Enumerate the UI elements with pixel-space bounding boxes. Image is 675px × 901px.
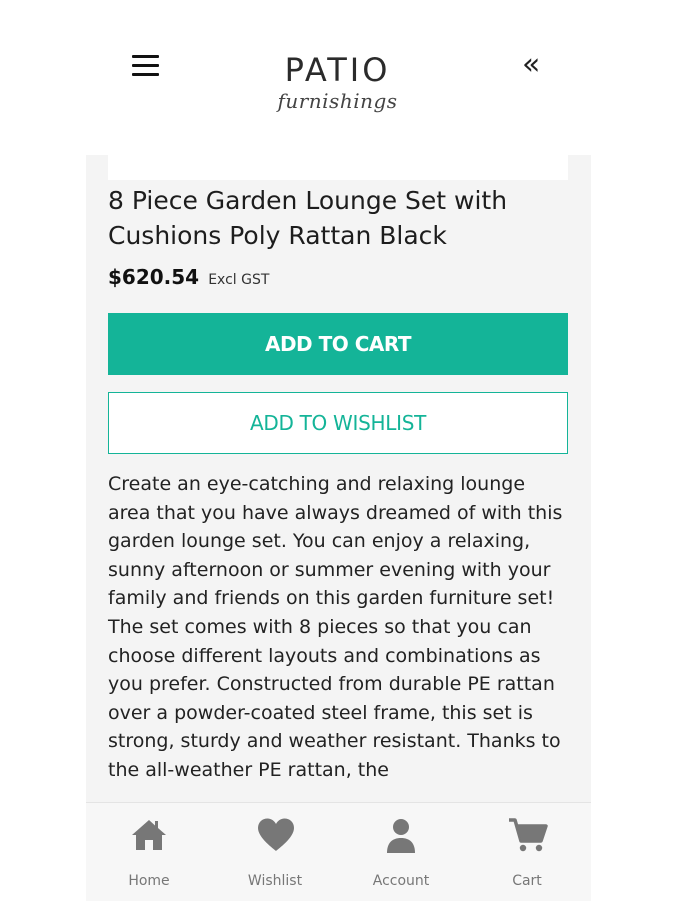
nav-item-cart[interactable]: Cart <box>464 803 590 901</box>
nav-label-cart: Cart <box>512 873 542 889</box>
bottom-nav: Home Wishlist Account Cart <box>86 802 591 901</box>
product-price: $620.54 <box>108 265 200 289</box>
nav-label-wishlist: Wishlist <box>247 873 303 889</box>
product-panel: 8 Piece Garden Lounge Set with Cushions … <box>86 155 591 900</box>
nav-item-home[interactable]: Home <box>86 803 212 901</box>
nav-item-account[interactable]: Account <box>338 803 464 901</box>
price-row: $620.54 Excl GST <box>108 265 269 289</box>
nav-label-account: Account <box>372 873 430 889</box>
site-logo[interactable]: PATIO furnishings <box>265 52 410 132</box>
hamburger-menu-icon[interactable] <box>132 55 160 77</box>
product-image-area <box>108 155 568 180</box>
add-to-wishlist-button[interactable]: ADD TO WISHLIST <box>108 392 568 454</box>
heart-icon <box>258 818 294 851</box>
user-icon <box>387 819 415 853</box>
menu-bar <box>132 64 159 67</box>
home-icon <box>132 820 166 850</box>
add-to-cart-button[interactable]: ADD TO CART <box>108 313 568 375</box>
tax-note: Excl GST <box>208 272 270 288</box>
menu-bar <box>132 73 159 76</box>
logo-script: furnishings <box>277 89 398 113</box>
double-chevron-left-icon[interactable]: « <box>522 50 540 80</box>
site-header: PATIO furnishings « <box>0 0 675 155</box>
nav-label-home: Home <box>128 873 170 889</box>
logo-wordmark: PATIO <box>284 51 391 89</box>
menu-bar <box>132 55 159 58</box>
cart-icon <box>509 818 548 852</box>
nav-item-wishlist[interactable]: Wishlist <box>212 803 338 901</box>
product-title: 8 Piece Garden Lounge Set with Cushions … <box>108 186 508 250</box>
product-description: Create an eye-catching and relaxing loun… <box>108 473 563 781</box>
